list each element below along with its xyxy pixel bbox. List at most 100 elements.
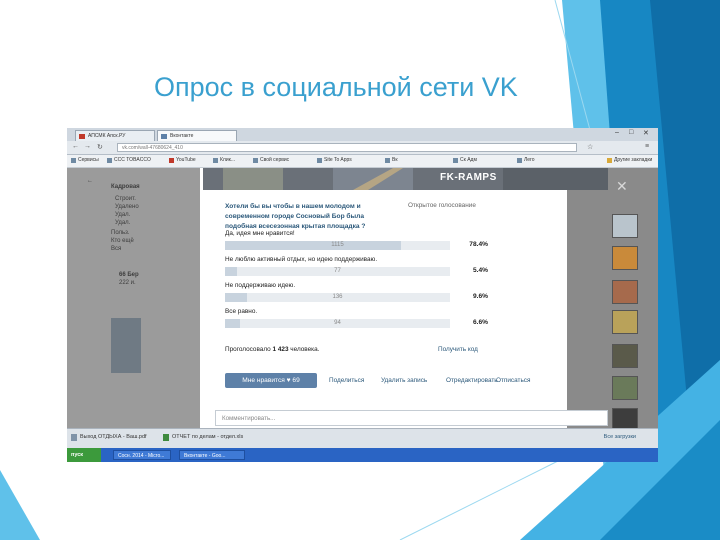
poll-type: Открытое голосование [408, 202, 476, 209]
page-area: ← Кадровая Строит. Удалено Удал. Удал. П… [67, 168, 658, 442]
tab-label: Вконтакте [170, 133, 194, 139]
favicon-icon [161, 134, 167, 139]
bookmark-label: ССС TOBACCO [114, 157, 151, 163]
sidebar-text: 222 и. [119, 280, 136, 286]
thumbnail-image[interactable] [612, 310, 638, 334]
bookmark-label: Сервисы [78, 157, 99, 163]
poll-option-count: 1115 [331, 242, 344, 248]
bookmark-item[interactable]: Sitе To Apps [317, 157, 352, 163]
bookmark-label: Ск Адм [460, 157, 477, 163]
close-icon[interactable]: ✕ [616, 178, 628, 195]
sidebar-text: Кадровая [111, 184, 140, 190]
menu-icon[interactable]: ≡ [645, 143, 649, 150]
tab-strip: АПСМК Апск.РУ Вконтакте – □ ✕ [67, 128, 658, 141]
reload-icon[interactable]: ↻ [97, 143, 103, 151]
bookmark-label: Другие закладки [614, 157, 653, 163]
minimize-icon[interactable]: – [615, 129, 619, 136]
bookmark-label: Лего [524, 157, 535, 163]
poll-option-bar[interactable]: 136 [225, 293, 450, 302]
download-label: Выход ОТДЫХА - Ваш.pdf [80, 434, 147, 440]
poll-option-label: Да, идея мне нравится! [225, 230, 295, 237]
poll-total-prefix: Проголосовало [225, 346, 271, 353]
poll-total-count: 1 423 [272, 346, 289, 353]
slide-title: Опрос в социальной сети VK [154, 72, 518, 102]
dimmed-right-panel [567, 168, 658, 442]
delete-post-link[interactable]: Удалить запись [381, 377, 427, 384]
folder-icon [607, 158, 612, 163]
download-item[interactable]: Выход ОТДЫХА - Ваш.pdf [71, 434, 147, 441]
poll-option-label: Не поддерживаю идею. [225, 282, 296, 289]
thumbnail-image[interactable] [612, 214, 638, 238]
thumbnail-image[interactable] [612, 280, 638, 304]
dimmed-image [111, 318, 141, 373]
bookmark-item[interactable]: Свой сервис [253, 157, 289, 163]
bookmark-item[interactable]: ССС TOBACCO [107, 157, 151, 163]
poll-total: Проголосовало 1 423 человека. [225, 346, 319, 353]
thumbnail-image[interactable] [612, 246, 638, 270]
bookmark-icon [107, 158, 112, 163]
start-button[interactable]: пуск [67, 448, 101, 462]
browser-screenshot: АПСМК Апск.РУ Вконтакте – □ ✕ ← → ↻ vk.c… [67, 128, 658, 462]
taskbar: пуск Сосн. 2014 - Micro... Вконтакте - G… [67, 448, 658, 462]
address-bar: ← → ↻ vk.com/wall-47680624_410 ☆ ≡ [67, 141, 658, 155]
dimmed-sidebar: ← Кадровая Строит. Удалено Удал. Удал. П… [67, 168, 200, 442]
bookmark-item[interactable]: Другие закладки [607, 157, 652, 163]
sidebar-text: Удал. [115, 220, 131, 226]
share-link[interactable]: Поделиться [329, 377, 364, 384]
sidebar-text: Удалено [115, 204, 139, 210]
bookmark-icon [253, 158, 258, 163]
thumbnail-image[interactable] [612, 344, 638, 368]
bookmark-label: Клик... [220, 157, 235, 163]
taskbar-item[interactable]: Сосн. 2014 - Micro... [113, 450, 171, 460]
back-arrow-icon: ← [87, 178, 93, 184]
tab-label: АПСМК Апск.РУ [88, 133, 126, 139]
forward-icon[interactable]: → [84, 143, 91, 150]
bookmark-label: Sitе To Apps [324, 157, 352, 163]
favicon-icon [79, 134, 85, 139]
url-input[interactable]: vk.com/wall-47680624_410 [117, 143, 577, 152]
get-code-link[interactable]: Получить код [438, 346, 478, 353]
taskbar-item[interactable]: Вконтакте - Goo... [179, 450, 245, 460]
bookmark-item[interactable]: Лего [517, 157, 535, 163]
edit-post-link[interactable]: Отредактировать [446, 377, 498, 384]
poll-option-bar[interactable]: 77 [225, 267, 450, 276]
poll-question: Хотели бы вы чтобы в нашем молодом и сов… [225, 203, 366, 230]
bookmark-icon [385, 158, 390, 163]
sidebar-text: Вся [111, 246, 122, 252]
bookmark-item[interactable]: Вк [385, 157, 398, 163]
poll-option-count: 136 [332, 294, 343, 300]
bookmark-item[interactable]: Сервисы [71, 157, 99, 163]
sidebar-text: Кто ещё [111, 238, 134, 244]
bookmark-item[interactable]: Клик... [213, 157, 235, 163]
bookmark-item[interactable]: Ск Адм [453, 157, 477, 163]
sidebar-text: Удал. [115, 212, 131, 218]
poll-option-percent: 5.4% [472, 267, 488, 274]
download-item[interactable]: ОТЧЕТ по делам - отдел.xls [163, 434, 244, 441]
like-button[interactable]: Мне нравится ♥ 69 [225, 373, 317, 388]
star-icon[interactable]: ☆ [587, 143, 593, 151]
downloads-bar: Выход ОТДЫХА - Ваш.pdf ОТЧЕТ по делам - … [67, 428, 658, 449]
unsubscribe-link[interactable]: Отписаться [496, 377, 530, 384]
comment-input[interactable]: Комментировать... [215, 410, 608, 426]
bookmark-label: YouTube [176, 157, 196, 163]
bookmark-item[interactable]: YouTube [169, 157, 196, 163]
fk-ramps-logo: FK-RAMPS [440, 172, 497, 183]
bookmark-icon [317, 158, 322, 163]
poll-option-count: 94 [334, 320, 341, 326]
tab-apsmk[interactable]: АПСМК Апск.РУ [75, 130, 155, 141]
bookmark-label: Вк [392, 157, 398, 163]
bookmark-icon [453, 158, 458, 163]
poll-option-label: Не люблю активный отдых, но идею поддерж… [225, 256, 378, 263]
back-icon[interactable]: ← [72, 143, 79, 150]
bookmark-icon [213, 158, 218, 163]
download-label: ОТЧЕТ по делам - отдел.xls [172, 434, 244, 440]
close-window-icon[interactable]: ✕ [643, 129, 649, 137]
maximize-icon[interactable]: □ [629, 129, 633, 136]
poll-option-bar[interactable]: 1115 [225, 241, 450, 250]
poll-option-percent: 78.4% [469, 241, 488, 248]
poll-option-bar[interactable]: 94 [225, 319, 450, 328]
thumbnail-image[interactable] [612, 376, 638, 400]
tab-vk[interactable]: Вконтакте [157, 130, 237, 141]
sidebar-text: Польз. [111, 230, 130, 236]
show-all-downloads-link[interactable]: Все загрузки [604, 434, 636, 440]
